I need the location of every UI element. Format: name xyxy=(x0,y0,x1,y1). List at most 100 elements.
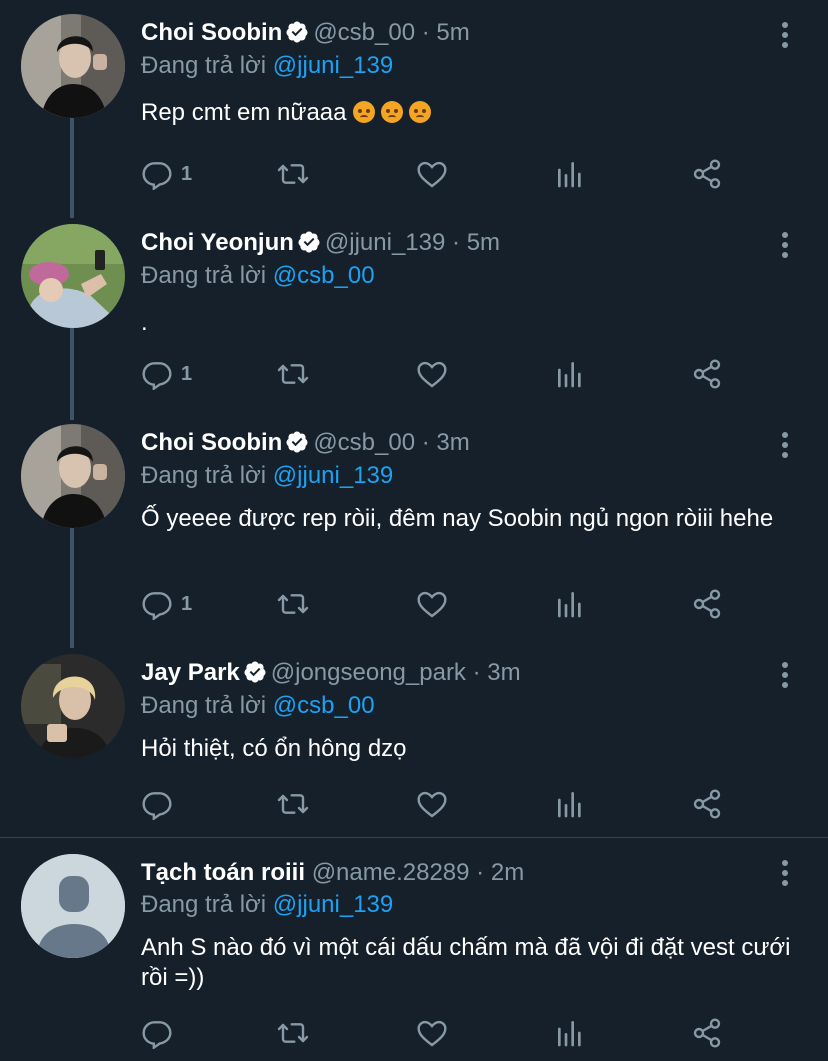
like-icon xyxy=(416,788,448,820)
tweet-actions xyxy=(141,787,741,821)
more-icon[interactable] xyxy=(775,230,795,260)
retweet-button[interactable] xyxy=(277,357,309,391)
share-button[interactable] xyxy=(691,1016,723,1050)
share-icon xyxy=(691,1017,723,1049)
more-icon[interactable] xyxy=(775,858,795,888)
share-icon xyxy=(691,788,723,820)
tweet-header: Choi Soobin @csb_00 · 5m xyxy=(141,18,470,48)
share-button[interactable] xyxy=(691,587,723,621)
replying-label: Đang trả lời xyxy=(141,692,267,719)
reply-icon xyxy=(141,788,173,820)
tweet-text: Hỏi thiệt, có ổn hông dzọ xyxy=(141,735,407,762)
user-handle[interactable]: @csb_00 xyxy=(313,429,415,456)
timestamp[interactable]: 3m xyxy=(436,429,469,456)
soobin-avatar[interactable] xyxy=(21,424,125,528)
default-avatar[interactable] xyxy=(21,854,125,958)
like-icon xyxy=(416,358,448,390)
verified-badge-icon xyxy=(285,430,309,454)
reply-icon xyxy=(141,1017,173,1049)
timestamp[interactable]: 5m xyxy=(467,229,500,256)
reply-button[interactable] xyxy=(141,1016,181,1050)
display-name[interactable]: Choi Soobin xyxy=(141,19,282,46)
display-name[interactable]: Choi Yeonjun xyxy=(141,229,294,256)
replying-to-handle[interactable]: @jjuni_139 xyxy=(273,891,393,918)
analytics-button[interactable] xyxy=(554,587,586,621)
reply-button[interactable]: 1 xyxy=(141,157,192,191)
share-button[interactable] xyxy=(691,357,723,391)
tweet-actions: 1 xyxy=(141,587,741,621)
user-handle[interactable]: @jjuni_139 xyxy=(325,229,445,256)
share-button[interactable] xyxy=(691,787,723,821)
reply-button[interactable] xyxy=(141,787,181,821)
analytics-button[interactable] xyxy=(554,357,586,391)
analytics-icon xyxy=(554,158,586,190)
user-handle[interactable]: @jongseong_park xyxy=(271,659,466,686)
like-button[interactable] xyxy=(416,587,448,621)
verified-badge-icon xyxy=(243,660,267,684)
analytics-button[interactable] xyxy=(554,157,586,191)
like-button[interactable] xyxy=(416,157,448,191)
analytics-icon xyxy=(554,588,586,620)
tweet-text-content: Rep cmt em nữaaa xyxy=(141,99,347,126)
tweet-4[interactable]: Jay Park @jongseong_park · 3m Đang trả lờ… xyxy=(0,640,828,838)
thread-line xyxy=(70,528,74,648)
analytics-icon xyxy=(554,358,586,390)
verified-badge-icon xyxy=(297,230,321,254)
analytics-button[interactable] xyxy=(554,787,586,821)
reply-button[interactable]: 1 xyxy=(141,357,192,391)
reply-button[interactable]: 1 xyxy=(141,587,192,621)
replying-to: Đang trả lời @csb_00 xyxy=(141,691,375,721)
tweet-5[interactable]: Tạch toán roiii @name.28289 · 2m Đang tr… xyxy=(0,838,828,1061)
retweet-icon xyxy=(277,588,309,620)
replying-to: Đang trả lời @jjuni_139 xyxy=(141,461,393,491)
yeonjun-avatar[interactable] xyxy=(21,224,125,328)
replying-label: Đang trả lời xyxy=(141,52,267,79)
tweet-header: Choi Soobin @csb_00 · 3m xyxy=(141,428,470,458)
timestamp[interactable]: 2m xyxy=(491,859,524,886)
separator-dot: · xyxy=(421,429,430,456)
like-button[interactable] xyxy=(416,1016,448,1050)
share-button[interactable] xyxy=(691,157,723,191)
retweet-icon xyxy=(277,158,309,190)
verified-badge-icon xyxy=(285,20,309,44)
replying-to-handle[interactable]: @csb_00 xyxy=(273,262,375,289)
replying-to-handle[interactable]: @csb_00 xyxy=(273,692,375,719)
jaypark-avatar[interactable] xyxy=(21,654,125,758)
more-icon[interactable] xyxy=(775,20,795,50)
separator-dot: · xyxy=(476,859,485,886)
replying-to-handle[interactable]: @jjuni_139 xyxy=(273,52,393,79)
tweet-1[interactable]: Choi Soobin @csb_00 · 5m Đang trả lời @jj… xyxy=(0,0,828,218)
tweet-header: Choi Yeonjun @jjuni_139 · 5m xyxy=(141,228,500,258)
timestamp[interactable]: 3m xyxy=(487,659,520,686)
tweet-text: . xyxy=(141,309,148,336)
display-name[interactable]: Choi Soobin xyxy=(141,429,282,456)
timestamp[interactable]: 5m xyxy=(436,19,469,46)
tweet-3[interactable]: Choi Soobin @csb_00 · 3m Đang trả lời @jj… xyxy=(0,410,828,648)
replying-label: Đang trả lời xyxy=(141,262,267,289)
separator-dot: · xyxy=(452,229,461,256)
more-icon[interactable] xyxy=(775,430,795,460)
display-name[interactable]: Jay Park xyxy=(141,659,240,686)
user-handle[interactable]: @name.28289 xyxy=(312,859,470,886)
retweet-button[interactable] xyxy=(277,587,309,621)
user-handle[interactable]: @csb_00 xyxy=(313,19,415,46)
display-name[interactable]: Tạch toán roiii xyxy=(141,859,305,886)
like-icon xyxy=(416,1017,448,1049)
like-button[interactable] xyxy=(416,787,448,821)
analytics-button[interactable] xyxy=(554,1016,586,1050)
like-icon xyxy=(416,588,448,620)
retweet-icon xyxy=(277,358,309,390)
like-button[interactable] xyxy=(416,357,448,391)
retweet-button[interactable] xyxy=(277,157,309,191)
retweet-button[interactable] xyxy=(277,787,309,821)
more-icon[interactable] xyxy=(775,660,795,690)
replying-to-handle[interactable]: @jjuni_139 xyxy=(273,462,393,489)
soobin-avatar[interactable] xyxy=(21,14,125,118)
share-icon xyxy=(691,358,723,390)
separator-dot: · xyxy=(421,19,430,46)
reply-icon xyxy=(141,358,173,390)
retweet-button[interactable] xyxy=(277,1016,309,1050)
tweet-2[interactable]: Choi Yeonjun @jjuni_139 · 5m Đang trả lời… xyxy=(0,210,828,420)
tweet-actions: 1 xyxy=(141,157,741,191)
tweet-text: Anh S nào đó vì một cái dấu chấm mà đã v… xyxy=(141,934,791,991)
